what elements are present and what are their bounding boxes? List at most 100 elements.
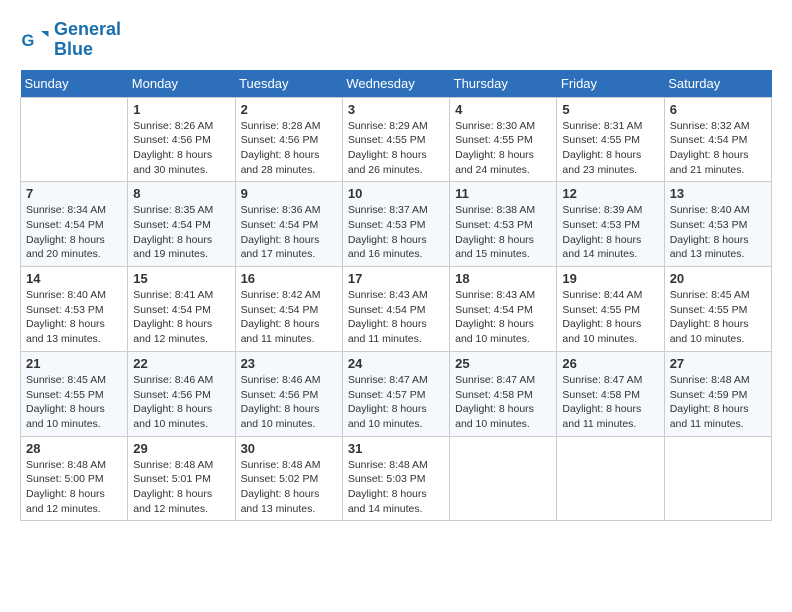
day-cell: 1Sunrise: 8:26 AMSunset: 4:56 PMDaylight…: [128, 97, 235, 182]
day-info: Sunrise: 8:47 AMSunset: 4:58 PMDaylight:…: [562, 373, 658, 432]
day-header-saturday: Saturday: [664, 70, 771, 98]
day-number: 17: [348, 271, 444, 286]
day-cell: 13 Sunrise: 8:40 AMSunset: 4:53 PMDayligh…: [664, 182, 771, 267]
day-number: 7: [26, 186, 122, 201]
day-number: 28: [26, 441, 122, 456]
day-number: 2: [241, 102, 337, 117]
day-cell: [664, 436, 771, 521]
day-number: 29: [133, 441, 229, 456]
day-cell: 4Sunrise: 8:30 AMSunset: 4:55 PMDaylight…: [450, 97, 557, 182]
day-cell: 12 Sunrise: 8:39 AMSunset: 4:53 PMDayligh…: [557, 182, 664, 267]
day-info: Sunrise: 8:47 AMSunset: 4:58 PMDaylight:…: [455, 373, 551, 432]
day-number: 9: [241, 186, 337, 201]
day-header-monday: Monday: [128, 70, 235, 98]
day-cell: 18Sunrise: 8:43 AMSunset: 4:54 PMDayligh…: [450, 267, 557, 352]
day-info: Sunrise: 8:35 AMSunset: 4:54 PMDaylight:…: [133, 203, 229, 262]
day-cell: 30 Sunrise: 8:48 AMSunset: 5:02 PMDayligh…: [235, 436, 342, 521]
day-number: 30: [241, 441, 337, 456]
day-info: Sunrise: 8:37 AMSunset: 4:53 PMDaylight:…: [348, 203, 444, 262]
day-cell: 7 Sunrise: 8:34 AMSunset: 4:54 PMDaylight…: [21, 182, 128, 267]
day-info: Sunrise: 8:41 AMSunset: 4:54 PMDaylight:…: [133, 288, 229, 347]
day-header-tuesday: Tuesday: [235, 70, 342, 98]
day-info: Sunrise: 8:48 AMSunset: 5:02 PMDaylight:…: [241, 458, 337, 517]
day-number: 22: [133, 356, 229, 371]
day-info: Sunrise: 8:40 AMSunset: 4:53 PMDaylight:…: [26, 288, 122, 347]
day-header-row: SundayMondayTuesdayWednesdayThursdayFrid…: [21, 70, 772, 98]
day-cell: 11 Sunrise: 8:38 AMSunset: 4:53 PMDayligh…: [450, 182, 557, 267]
day-number: 5: [562, 102, 658, 117]
day-cell: [21, 97, 128, 182]
day-info: Sunrise: 8:40 AMSunset: 4:53 PMDaylight:…: [670, 203, 766, 262]
day-cell: 9 Sunrise: 8:36 AMSunset: 4:54 PMDaylight…: [235, 182, 342, 267]
day-info: Sunrise: 8:48 AMSunset: 5:00 PMDaylight:…: [26, 458, 122, 517]
logo: G General Blue: [20, 20, 121, 60]
day-number: 10: [348, 186, 444, 201]
day-header-friday: Friday: [557, 70, 664, 98]
day-number: 25: [455, 356, 551, 371]
day-info: Sunrise: 8:42 AMSunset: 4:54 PMDaylight:…: [241, 288, 337, 347]
day-info: Sunrise: 8:31 AMSunset: 4:55 PMDaylight:…: [562, 119, 658, 178]
day-info: Sunrise: 8:48 AMSunset: 4:59 PMDaylight:…: [670, 373, 766, 432]
day-info: Sunrise: 8:45 AMSunset: 4:55 PMDaylight:…: [26, 373, 122, 432]
day-cell: 15 Sunrise: 8:41 AMSunset: 4:54 PMDayligh…: [128, 267, 235, 352]
week-row-3: 14 Sunrise: 8:40 AMSunset: 4:53 PMDayligh…: [21, 267, 772, 352]
day-number: 19: [562, 271, 658, 286]
day-number: 6: [670, 102, 766, 117]
week-row-4: 21Sunrise: 8:45 AMSunset: 4:55 PMDayligh…: [21, 351, 772, 436]
day-info: Sunrise: 8:28 AMSunset: 4:56 PMDaylight:…: [241, 119, 337, 178]
day-number: 16: [241, 271, 337, 286]
day-number: 11: [455, 186, 551, 201]
day-header-sunday: Sunday: [21, 70, 128, 98]
day-cell: 8 Sunrise: 8:35 AMSunset: 4:54 PMDaylight…: [128, 182, 235, 267]
day-number: 15: [133, 271, 229, 286]
day-number: 3: [348, 102, 444, 117]
day-cell: 6 Sunrise: 8:32 AMSunset: 4:54 PMDaylight…: [664, 97, 771, 182]
day-number: 27: [670, 356, 766, 371]
calendar-table: SundayMondayTuesdayWednesdayThursdayFrid…: [20, 70, 772, 522]
day-header-wednesday: Wednesday: [342, 70, 449, 98]
day-cell: 19Sunrise: 8:44 AMSunset: 4:55 PMDayligh…: [557, 267, 664, 352]
day-cell: [450, 436, 557, 521]
day-info: Sunrise: 8:47 AMSunset: 4:57 PMDaylight:…: [348, 373, 444, 432]
day-header-thursday: Thursday: [450, 70, 557, 98]
day-info: Sunrise: 8:48 AMSunset: 5:03 PMDaylight:…: [348, 458, 444, 517]
day-number: 20: [670, 271, 766, 286]
day-cell: 31 Sunrise: 8:48 AMSunset: 5:03 PMDayligh…: [342, 436, 449, 521]
day-info: Sunrise: 8:39 AMSunset: 4:53 PMDaylight:…: [562, 203, 658, 262]
day-info: Sunrise: 8:43 AMSunset: 4:54 PMDaylight:…: [348, 288, 444, 347]
day-cell: 2 Sunrise: 8:28 AMSunset: 4:56 PMDaylight…: [235, 97, 342, 182]
page-header: G General Blue: [20, 20, 772, 60]
day-cell: 16 Sunrise: 8:42 AMSunset: 4:54 PMDayligh…: [235, 267, 342, 352]
day-cell: 20 Sunrise: 8:45 AMSunset: 4:55 PMDayligh…: [664, 267, 771, 352]
day-number: 14: [26, 271, 122, 286]
day-number: 8: [133, 186, 229, 201]
day-info: Sunrise: 8:38 AMSunset: 4:53 PMDaylight:…: [455, 203, 551, 262]
day-info: Sunrise: 8:48 AMSunset: 5:01 PMDaylight:…: [133, 458, 229, 517]
day-info: Sunrise: 8:29 AMSunset: 4:55 PMDaylight:…: [348, 119, 444, 178]
day-info: Sunrise: 8:43 AMSunset: 4:54 PMDaylight:…: [455, 288, 551, 347]
day-cell: 5 Sunrise: 8:31 AMSunset: 4:55 PMDaylight…: [557, 97, 664, 182]
day-cell: 14 Sunrise: 8:40 AMSunset: 4:53 PMDayligh…: [21, 267, 128, 352]
svg-text:G: G: [22, 32, 35, 50]
day-info: Sunrise: 8:34 AMSunset: 4:54 PMDaylight:…: [26, 203, 122, 262]
day-number: 13: [670, 186, 766, 201]
day-number: 26: [562, 356, 658, 371]
day-info: Sunrise: 8:45 AMSunset: 4:55 PMDaylight:…: [670, 288, 766, 347]
day-cell: 17 Sunrise: 8:43 AMSunset: 4:54 PMDayligh…: [342, 267, 449, 352]
day-number: 12: [562, 186, 658, 201]
week-row-1: 1Sunrise: 8:26 AMSunset: 4:56 PMDaylight…: [21, 97, 772, 182]
day-cell: 27 Sunrise: 8:48 AMSunset: 4:59 PMDayligh…: [664, 351, 771, 436]
day-cell: 22 Sunrise: 8:46 AMSunset: 4:56 PMDayligh…: [128, 351, 235, 436]
day-info: Sunrise: 8:46 AMSunset: 4:56 PMDaylight:…: [133, 373, 229, 432]
day-cell: 29 Sunrise: 8:48 AMSunset: 5:01 PMDayligh…: [128, 436, 235, 521]
day-number: 23: [241, 356, 337, 371]
day-number: 31: [348, 441, 444, 456]
logo-text: General Blue: [54, 20, 121, 60]
day-cell: [557, 436, 664, 521]
day-info: Sunrise: 8:26 AMSunset: 4:56 PMDaylight:…: [133, 119, 229, 178]
day-info: Sunrise: 8:36 AMSunset: 4:54 PMDaylight:…: [241, 203, 337, 262]
day-number: 24: [348, 356, 444, 371]
day-cell: 28 Sunrise: 8:48 AMSunset: 5:00 PMDayligh…: [21, 436, 128, 521]
day-info: Sunrise: 8:32 AMSunset: 4:54 PMDaylight:…: [670, 119, 766, 178]
day-cell: 21Sunrise: 8:45 AMSunset: 4:55 PMDayligh…: [21, 351, 128, 436]
